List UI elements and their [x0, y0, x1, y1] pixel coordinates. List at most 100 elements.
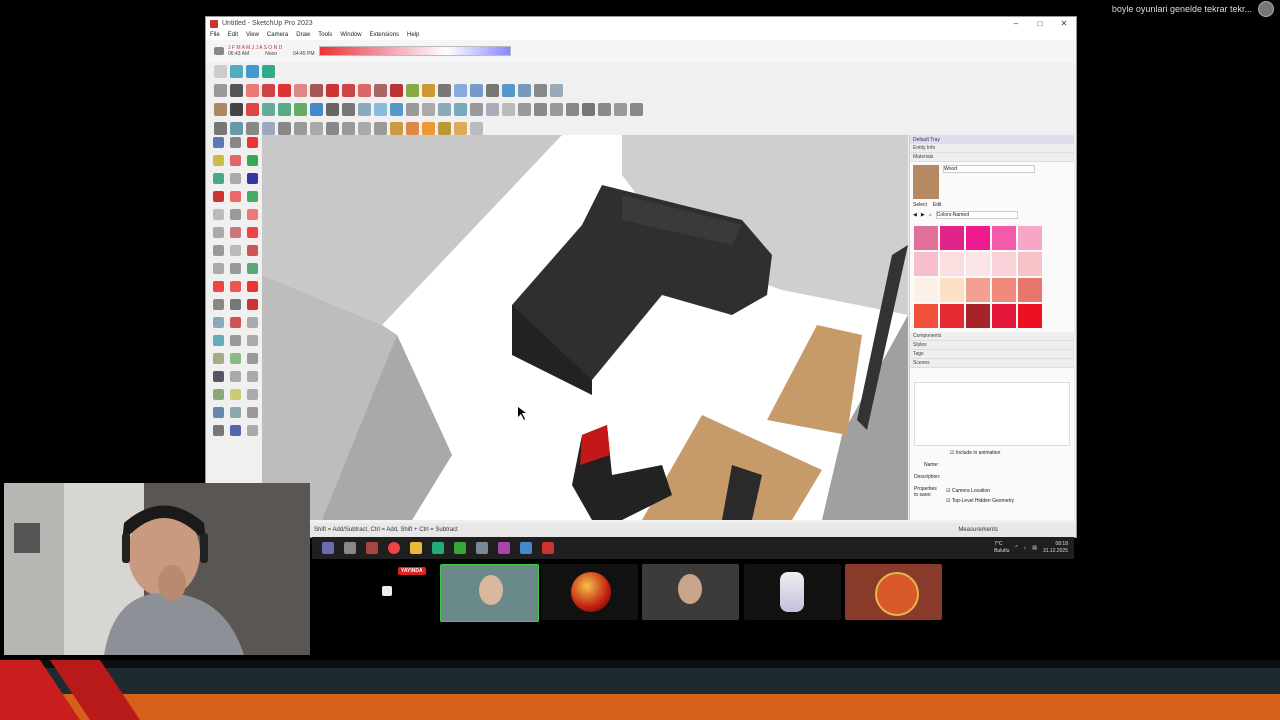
large-tool-icon-39[interactable]	[247, 353, 258, 364]
material-swatch[interactable]	[1018, 278, 1042, 302]
view-tool-icon-14[interactable]	[422, 122, 435, 135]
large-tool-icon-12[interactable]	[247, 191, 258, 202]
large-tool-icon-45[interactable]	[247, 389, 258, 400]
large-tool-icon-41[interactable]	[230, 371, 241, 382]
view-tool-icon-6[interactable]	[294, 122, 307, 135]
material-swatch[interactable]	[914, 278, 938, 302]
large-tool-icon-21[interactable]	[247, 245, 258, 256]
main-tool-icon-10[interactable]	[358, 84, 371, 97]
app-icon-3[interactable]	[498, 542, 510, 554]
main-tool-icon-15[interactable]	[438, 84, 451, 97]
large-tool-icon-46[interactable]	[213, 407, 224, 418]
menu-extensions[interactable]: Extensions	[370, 32, 399, 38]
main-tool-icon-18[interactable]	[486, 84, 499, 97]
edit-tool-icon-19[interactable]	[502, 103, 515, 116]
large-tool-icon-23[interactable]	[230, 263, 241, 274]
edit-tool-icon-6[interactable]	[294, 103, 307, 116]
edit-tool-icon-4[interactable]	[262, 103, 275, 116]
main-tool-icon-9[interactable]	[342, 84, 355, 97]
large-tool-icon-15[interactable]	[247, 209, 258, 220]
network-icon[interactable]: ▤	[1032, 545, 1037, 551]
view-tool-icon-15[interactable]	[438, 122, 451, 135]
view-tool-icon-4[interactable]	[262, 122, 275, 135]
view-tool-icon-1[interactable]	[214, 122, 227, 135]
edit-tool-icon-23[interactable]	[566, 103, 579, 116]
large-tool-icon-17[interactable]	[230, 227, 241, 238]
edit-tool-icon-17[interactable]	[470, 103, 483, 116]
material-swatch[interactable]	[940, 226, 964, 250]
main-tool-icon-11[interactable]	[374, 84, 387, 97]
large-tool-icon-50[interactable]	[230, 425, 241, 436]
view-tool-icon-10[interactable]	[358, 122, 371, 135]
edit-tool-icon-1[interactable]	[214, 103, 227, 116]
material-swatch[interactable]	[992, 278, 1016, 302]
steam-icon[interactable]	[476, 542, 488, 554]
view-tool-icon-3[interactable]	[246, 122, 259, 135]
material-swatch[interactable]	[914, 226, 938, 250]
model-viewport[interactable]	[262, 135, 908, 520]
large-tool-icon-30[interactable]	[247, 299, 258, 310]
edit-tool-icon-8[interactable]	[326, 103, 339, 116]
view-tool-icon-8[interactable]	[326, 122, 339, 135]
material-swatch[interactable]	[966, 252, 990, 276]
app-icon-2[interactable]	[432, 542, 444, 554]
material-swatch[interactable]	[940, 304, 964, 328]
main-tool-icon-20[interactable]	[518, 84, 531, 97]
material-swatch[interactable]	[914, 304, 938, 328]
orbit-icon[interactable]	[214, 65, 227, 78]
view-tool-icon-13[interactable]	[406, 122, 419, 135]
edit-tool-icon-22[interactable]	[550, 103, 563, 116]
styles-section[interactable]: Styles	[910, 341, 1074, 350]
entity-info-section[interactable]: Entity Info	[910, 144, 1074, 153]
large-tool-icon-5[interactable]	[230, 155, 241, 166]
edit-tab[interactable]: Edit	[933, 202, 942, 208]
large-tool-icon-4[interactable]	[213, 155, 224, 166]
large-tool-icon-34[interactable]	[213, 335, 224, 346]
edit-tool-icon-26[interactable]	[614, 103, 627, 116]
main-tool-icon-12[interactable]	[390, 84, 403, 97]
forward-arrow-icon[interactable]: ▶	[921, 212, 925, 218]
large-tool-icon-16[interactable]	[213, 227, 224, 238]
view-tool-icon-7[interactable]	[310, 122, 323, 135]
large-tool-icon-36[interactable]	[247, 335, 258, 346]
large-tool-icon-29[interactable]	[230, 299, 241, 310]
large-tool-icon-6[interactable]	[247, 155, 258, 166]
edit-tool-icon-3[interactable]	[246, 103, 259, 116]
components-section[interactable]: Components	[910, 332, 1074, 341]
main-tool-icon-7[interactable]	[310, 84, 323, 97]
scenes-section[interactable]: Scenes	[910, 359, 1074, 368]
main-tool-icon-4[interactable]	[262, 84, 275, 97]
main-tool-icon-14[interactable]	[422, 84, 435, 97]
material-swatch[interactable]	[1018, 252, 1042, 276]
shadow-toggle-icon[interactable]	[214, 47, 224, 55]
material-swatch[interactable]	[914, 252, 938, 276]
large-tool-icon-27[interactable]	[247, 281, 258, 292]
scenes-list[interactable]	[914, 382, 1070, 446]
material-swatch[interactable]	[966, 304, 990, 328]
large-tool-icon-28[interactable]	[213, 299, 224, 310]
view-tool-icon-11[interactable]	[374, 122, 387, 135]
material-swatch[interactable]	[1018, 304, 1042, 328]
large-tool-icon-20[interactable]	[230, 245, 241, 256]
large-tool-icon-22[interactable]	[213, 263, 224, 274]
large-tool-icon-43[interactable]	[213, 389, 224, 400]
edit-tool-icon-10[interactable]	[358, 103, 371, 116]
menu-camera[interactable]: Camera	[267, 32, 288, 38]
material-swatch[interactable]	[940, 252, 964, 276]
large-tool-icon-32[interactable]	[230, 317, 241, 328]
edit-tool-icon-9[interactable]	[342, 103, 355, 116]
large-tool-icon-1[interactable]	[213, 137, 224, 148]
material-library-select[interactable]: Colors-Named	[935, 211, 1018, 219]
app-icon-1[interactable]	[366, 542, 378, 554]
main-tool-icon-8[interactable]	[326, 84, 339, 97]
material-swatch[interactable]	[992, 304, 1016, 328]
close-button[interactable]: ✕	[1052, 19, 1076, 28]
participant-cam-5[interactable]	[744, 564, 841, 620]
shadow-time-slider[interactable]	[318, 46, 511, 56]
main-tool-icon-19[interactable]	[502, 84, 515, 97]
menu-tools[interactable]: Tools	[318, 32, 332, 38]
large-tool-icon-42[interactable]	[247, 371, 258, 382]
chrome-icon[interactable]	[388, 542, 400, 554]
section-icon[interactable]	[246, 65, 259, 78]
edit-tool-icon-16[interactable]	[454, 103, 467, 116]
